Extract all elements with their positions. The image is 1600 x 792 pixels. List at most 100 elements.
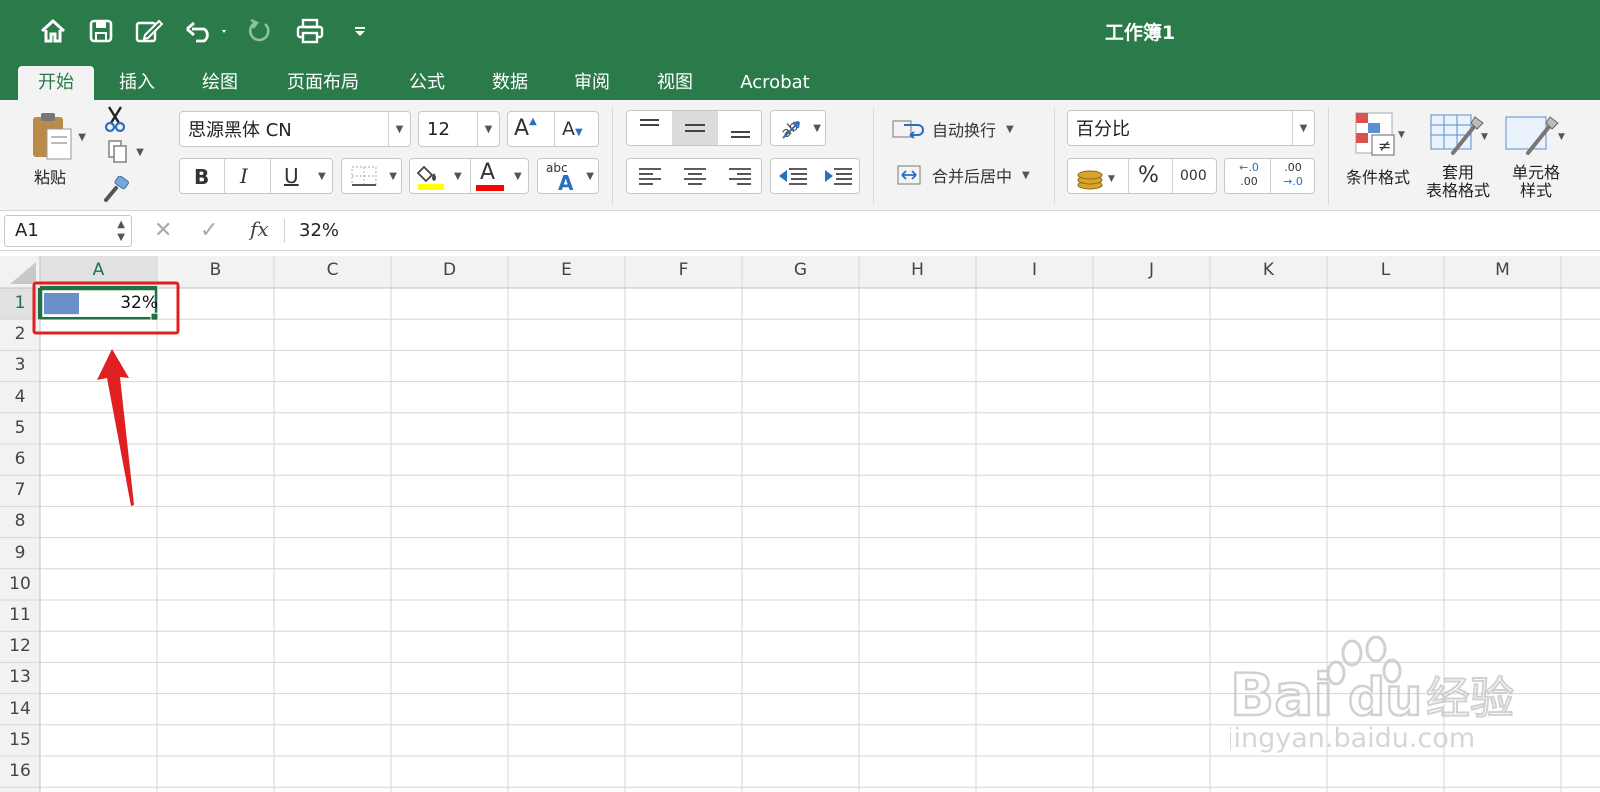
tab-insert[interactable]: 插入 (107, 66, 167, 100)
column-header-c[interactable]: C (274, 260, 391, 280)
print-icon[interactable] (294, 14, 326, 48)
column-header-d[interactable]: D (391, 260, 508, 280)
align-center-button[interactable] (672, 159, 718, 193)
column-header-g[interactable]: G (742, 260, 859, 280)
fill-color-icon[interactable] (416, 161, 446, 191)
column-header-e[interactable]: E (508, 260, 625, 280)
row-header-2[interactable]: 2 (0, 324, 40, 344)
increase-font-size-icon[interactable]: A▲ (514, 116, 537, 141)
annotation-arrow (97, 349, 134, 506)
row-header-6[interactable]: 6 (0, 449, 40, 469)
align-left-button[interactable] (627, 159, 672, 193)
edit-icon[interactable] (133, 14, 165, 48)
column-header-j[interactable]: J (1093, 260, 1210, 280)
increase-indent-icon[interactable] (816, 159, 861, 193)
font-name-value: 思源黑体 CN (188, 120, 292, 141)
column-header-a[interactable]: A (40, 260, 157, 280)
column-header-l[interactable]: L (1327, 260, 1444, 280)
insert-function-button[interactable]: fx (250, 217, 269, 241)
paste-button[interactable]: ▼ (18, 106, 88, 168)
column-header-b[interactable]: B (157, 260, 274, 280)
tab-formulas[interactable]: 公式 (397, 66, 457, 100)
orientation-button[interactable]: ab ▼ (770, 110, 826, 146)
bold-button[interactable]: B (194, 165, 209, 189)
tab-review[interactable]: 审阅 (562, 66, 622, 100)
comma-style-button[interactable]: 000 (1180, 168, 1207, 184)
save-icon[interactable] (86, 14, 116, 48)
row-header-12[interactable]: 12 (0, 636, 40, 656)
tab-home[interactable]: 开始 (18, 66, 94, 100)
row-header-4[interactable]: 4 (0, 387, 40, 407)
conditional-format-icon: ≠▼ (1355, 112, 1405, 156)
decrease-font-size-icon[interactable]: A▼ (562, 118, 583, 140)
cut-icon[interactable] (100, 104, 130, 134)
format-as-table-button[interactable]: ▼ (1422, 108, 1494, 160)
cancel-icon[interactable]: ✕ (154, 217, 172, 245)
row-header-13[interactable]: 13 (0, 667, 40, 687)
conditional-format-button[interactable]: ≠ ▼ (1342, 108, 1414, 160)
row-header-16[interactable]: 16 (0, 761, 40, 781)
customize-icon[interactable] (350, 14, 370, 48)
font-name-select[interactable]: 思源黑体 CN ▼ (179, 111, 411, 147)
column-header-i[interactable]: I (976, 260, 1093, 280)
borders-button[interactable]: ▼ (341, 158, 402, 194)
align-right-button[interactable] (718, 159, 763, 193)
enter-icon[interactable]: ✓ (200, 217, 218, 245)
number-format-select[interactable]: 百分比 ▼ (1067, 110, 1315, 146)
copy-icon[interactable]: ▼ (100, 138, 150, 166)
tab-view[interactable]: 视图 (645, 66, 705, 100)
font-color-button[interactable]: A (480, 160, 495, 185)
row-header-1[interactable]: 1 (0, 293, 40, 313)
column-header-h[interactable]: H (859, 260, 976, 280)
tab-page-layout[interactable]: 页面布局 (273, 66, 373, 100)
formula-input[interactable]: 32% (299, 220, 339, 241)
tab-data[interactable]: 数据 (480, 66, 540, 100)
row-header-10[interactable]: 10 (0, 574, 40, 594)
align-bottom-button[interactable] (718, 111, 763, 145)
svg-text:▼: ▼ (1481, 132, 1488, 142)
row-header-8[interactable]: 8 (0, 511, 40, 531)
tab-acrobat[interactable]: Acrobat (730, 66, 820, 100)
row-header-15[interactable]: 15 (0, 730, 40, 750)
cell-styles-button[interactable]: ▼ (1504, 108, 1572, 160)
tab-draw[interactable]: 绘图 (190, 66, 250, 100)
row-header-5[interactable]: 5 (0, 418, 40, 438)
name-box-stepper-icon[interactable]: ▲ ▼ (117, 218, 125, 244)
row-header-11[interactable]: 11 (0, 605, 40, 625)
phonetic-button[interactable]: abc A ▼ (537, 158, 599, 195)
increase-decimal-button[interactable]: ←.0.00 (1229, 161, 1269, 193)
column-header-f[interactable]: F (625, 260, 742, 280)
italic-button[interactable]: I (240, 164, 248, 188)
decrease-decimal-bottom: →.0 (1283, 175, 1303, 188)
format-as-table-icon: ▼ (1430, 114, 1488, 155)
row-header-14[interactable]: 14 (0, 699, 40, 719)
row-header-3[interactable]: 3 (0, 355, 40, 375)
align-middle-button[interactable] (672, 111, 718, 145)
row-header-9[interactable]: 9 (0, 543, 40, 563)
wrap-text-button[interactable]: 自动换行 ▼ (892, 112, 1042, 146)
merge-center-button[interactable]: 合并后居中 ▼ (892, 158, 1042, 192)
undo-icon[interactable] (182, 14, 232, 48)
decimal-group: ←.0.00 .00 →.0 (1224, 158, 1315, 194)
home-icon[interactable] (36, 14, 70, 48)
font-size-select[interactable]: 12 ▼ (418, 111, 500, 147)
cell-a1[interactable]: 32% (110, 293, 158, 313)
underline-button[interactable]: U (284, 164, 299, 188)
wrap-text-label: 自动换行 (932, 121, 997, 140)
number-style-group: ▼ % 000 (1067, 158, 1217, 194)
format-painter-icon[interactable] (100, 174, 132, 204)
column-header-m[interactable]: M (1444, 260, 1561, 280)
column-header-k[interactable]: K (1210, 260, 1327, 280)
percent-style-button[interactable]: % (1138, 163, 1159, 188)
accounting-format-icon[interactable]: ▼ (1070, 161, 1116, 193)
decrease-indent-icon[interactable] (771, 159, 816, 193)
chevron-down-icon: ▼ (388, 112, 410, 146)
svg-text:≠: ≠ (1378, 136, 1391, 155)
name-box[interactable]: A1 ▲ ▼ (4, 215, 132, 247)
phonetic-letter: A (558, 171, 574, 195)
redo-icon[interactable] (245, 14, 275, 48)
merge-center-icon (897, 165, 921, 185)
decrease-decimal-button[interactable]: .00 →.0 (1273, 161, 1313, 193)
align-top-button[interactable] (627, 111, 672, 145)
row-header-7[interactable]: 7 (0, 480, 40, 500)
